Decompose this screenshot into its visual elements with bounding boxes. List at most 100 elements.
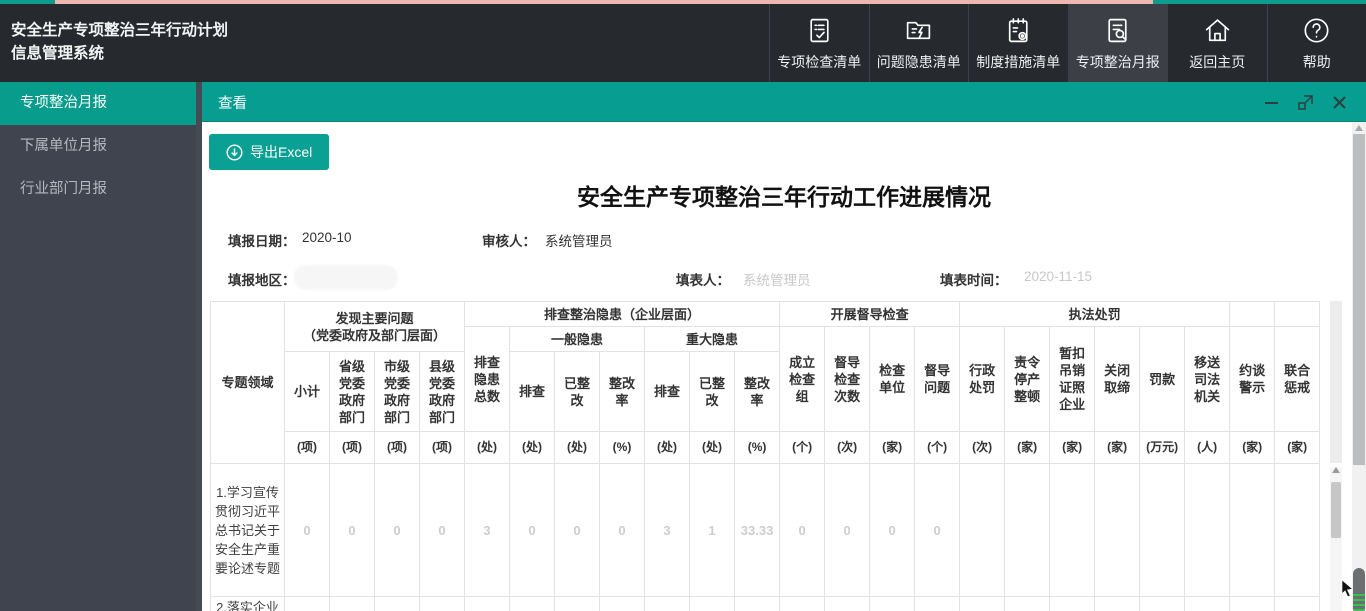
close-icon[interactable] (1331, 94, 1348, 111)
topnav-item-special-monthly-report[interactable]: 专项整治月报 (1068, 4, 1168, 82)
unit-header: (处) (645, 432, 690, 464)
value-cell (1275, 597, 1320, 611)
export-excel-label: 导出Excel (250, 142, 312, 162)
table-scrollbar-gutter (1330, 301, 1342, 463)
column-header: 排查隐患总数 (465, 327, 510, 432)
column-header: 已整改 (690, 352, 735, 432)
table-scrollbar-thumb[interactable] (1331, 482, 1341, 538)
value-cell (285, 597, 330, 611)
value-cell (690, 597, 735, 611)
value-cell: 0 (555, 464, 600, 597)
value-cell (1005, 597, 1050, 611)
view-tab-title: 查看 (218, 92, 247, 113)
doc-search-icon (1103, 14, 1132, 46)
column-header: 一般隐患 (510, 327, 645, 352)
unit-header: (万元) (1140, 432, 1185, 464)
column-header: 排查 (510, 352, 555, 432)
app-window: 安全生产专项整治三年行动计划 信息管理系统 专项检查清单问题隐患清单制度措施清单… (0, 0, 1366, 611)
value-cell (375, 597, 420, 611)
top-header-bar: 安全生产专项整治三年行动计划 信息管理系统 专项检查清单问题隐患清单制度措施清单… (0, 4, 1366, 82)
sidebar-item-subordinate-unit-monthly[interactable]: 下属单位月报 (0, 125, 196, 168)
sidebar-item-industry-dept-monthly[interactable]: 行业部门月报 (0, 168, 196, 211)
page-scrollbar-thumb[interactable] (1353, 134, 1365, 465)
topnav-item-system-measures-list[interactable]: 制度措施清单 (968, 4, 1068, 82)
column-header: 开展督导检查 (780, 302, 960, 327)
value-cell: 0 (285, 464, 330, 597)
minimize-icon[interactable] (1263, 94, 1280, 111)
app-title: 安全生产专项整治三年行动计划 信息管理系统 (0, 4, 420, 82)
topnav-item-special-inspection-list[interactable]: 专项检查清单 (769, 4, 869, 82)
reviewer-value: 系统管理员 (545, 230, 613, 250)
column-header: 暂扣吊销证照企业 (1050, 327, 1095, 432)
value-cell (870, 597, 915, 611)
topnav-item-back-home[interactable]: 返回主页 (1167, 4, 1267, 82)
value-cell (825, 597, 870, 611)
column-header: 罚款 (1140, 327, 1185, 432)
topic-cell: 2.落实企业 (211, 597, 285, 611)
unit-header: (项) (330, 432, 375, 464)
report-date-value: 2020-10 (302, 230, 352, 245)
column-header: 整改率 (600, 352, 645, 432)
unit-header: (处) (555, 432, 600, 464)
column-header: 联合惩戒 (1275, 327, 1320, 432)
report-table: 专题领域发现主要问题 （党委政府及部门层面）排查整治隐患（企业层面）开展督导检查… (210, 301, 1320, 611)
help-icon (1302, 14, 1331, 46)
scroll-up-arrow-icon[interactable] (1332, 467, 1340, 473)
column-header: 督导问题 (915, 327, 960, 432)
value-cell (600, 597, 645, 611)
column-header: 关闭取缔 (1095, 327, 1140, 432)
unit-header: (处) (690, 432, 735, 464)
value-cell (420, 597, 465, 611)
value-cell (1140, 464, 1185, 597)
value-cell (510, 597, 555, 611)
value-cell (1050, 464, 1095, 597)
reviewer-label: 审核人： (482, 230, 536, 250)
page-scrollbar[interactable] (1352, 122, 1366, 611)
unit-header: (家) (1095, 432, 1140, 464)
unit-header: (家) (1005, 432, 1050, 464)
unit-header: (处) (510, 432, 555, 464)
column-header: 省级党委政府部门 (330, 352, 375, 432)
app-title-line1: 安全生产专项整治三年行动计划 (11, 19, 420, 42)
topnav-item-label: 帮助 (1303, 52, 1331, 72)
sidebar-item-special-monthly-report[interactable]: 专项整治月报 (0, 82, 196, 125)
value-cell: 3 (645, 464, 690, 597)
value-cell (1095, 464, 1140, 597)
value-cell (1185, 464, 1230, 597)
unit-header: (%) (600, 432, 645, 464)
filler-label: 填表人： (676, 269, 730, 289)
unit-header: (次) (960, 432, 1005, 464)
export-excel-button[interactable]: 导出Excel (209, 134, 329, 170)
folder-bolt-icon (904, 14, 933, 46)
unit-header: (%) (735, 432, 780, 464)
value-cell (780, 597, 825, 611)
window-controls (1263, 94, 1348, 111)
value-cell (1230, 597, 1275, 611)
fill-time-label: 填表时间： (940, 269, 1008, 289)
page-scroll-up-arrow-icon[interactable] (1355, 125, 1363, 131)
value-cell: 0 (420, 464, 465, 597)
unit-header: (次) (825, 432, 870, 464)
report-panel: 导出Excel 安全生产专项整治三年行动工作进展情况 填报日期： 2020-10… (202, 122, 1366, 611)
topnav-item-problem-hazard-list[interactable]: 问题隐患清单 (869, 4, 969, 82)
table-scrollbar (1330, 301, 1342, 611)
column-header: 整改率 (735, 352, 780, 432)
topnav-item-label: 返回主页 (1189, 52, 1245, 72)
column-header: 县级党委政府部门 (420, 352, 465, 432)
unit-header: (人) (1185, 432, 1230, 464)
unit-header: (个) (915, 432, 960, 464)
unit-header: (项) (420, 432, 465, 464)
topnav-item-label: 问题隐患清单 (877, 52, 961, 72)
report-date-label: 填报日期： (228, 230, 296, 250)
column-header: 重大隐患 (645, 327, 780, 352)
maximize-icon[interactable] (1297, 94, 1314, 111)
page-scrollbar-handle[interactable] (1353, 568, 1365, 611)
value-cell: 0 (870, 464, 915, 597)
value-cell (1185, 597, 1230, 611)
topnav-item-help[interactable]: 帮助 (1267, 4, 1366, 82)
value-cell: 0 (825, 464, 870, 597)
column-header: 已整改 (555, 352, 600, 432)
column-header: 专题领域 (211, 302, 285, 464)
value-cell (555, 597, 600, 611)
column-header (1230, 302, 1275, 327)
